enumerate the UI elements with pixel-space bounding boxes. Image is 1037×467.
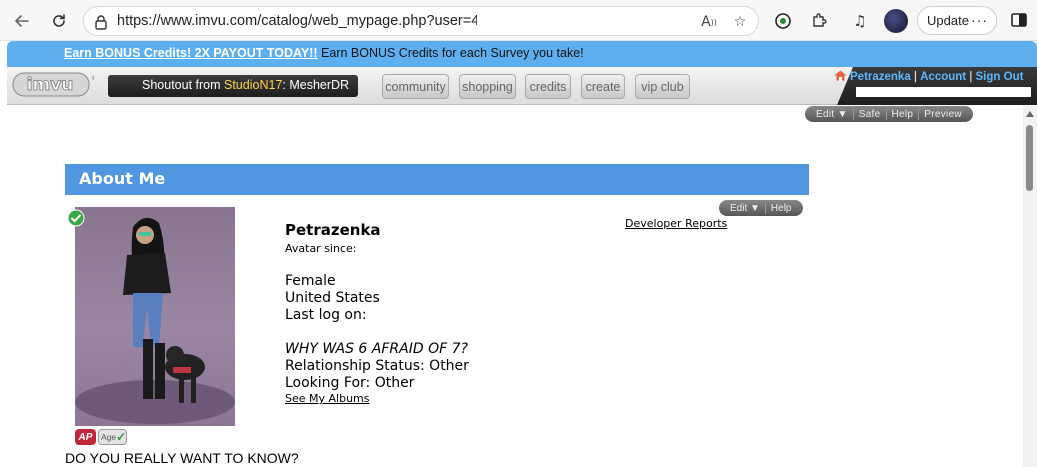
media-control-icon[interactable]: ♫ xyxy=(848,9,872,33)
avatar-since: Avatar since: xyxy=(285,242,357,255)
scrollbar-thumb[interactable] xyxy=(1026,125,1033,191)
ap-badge[interactable]: AP xyxy=(75,429,96,445)
bottom-heading: DO YOU REALLY WANT TO KNOW? xyxy=(65,450,299,466)
home-icon[interactable] xyxy=(834,70,847,81)
bonus-banner: Earn BONUS Credits! 2X PAYOUT TODAY!! Ea… xyxy=(7,41,1037,67)
refresh-icon[interactable] xyxy=(46,8,72,34)
profile-gender: Female xyxy=(285,273,336,289)
favorite-star-icon[interactable]: ☆ xyxy=(730,12,750,32)
age-verified-badge[interactable]: Age ✓ xyxy=(98,429,127,445)
user-links: Petrazenka | Account | Sign Out xyxy=(834,70,1023,83)
read-aloud-icon[interactable]: A)) xyxy=(699,12,719,32)
panel-help-button[interactable]: Help xyxy=(766,203,797,214)
header-search-input[interactable] xyxy=(856,87,1031,97)
nav-tab-vip-club[interactable]: vip club xyxy=(635,74,690,99)
sign-out-link[interactable]: Sign Out xyxy=(976,71,1024,83)
sidebar-toggle-icon[interactable] xyxy=(1010,11,1028,29)
logo-text: imvu xyxy=(27,75,74,95)
profile-tagline: WHY WAS 6 AFRAID OF 7? xyxy=(285,341,468,357)
shoutout-user[interactable]: StudioN17 xyxy=(224,78,282,92)
bonus-link[interactable]: Earn BONUS Credits! 2X PAYOUT TODAY!! xyxy=(64,46,318,60)
separator: | xyxy=(910,71,921,83)
update-label: Update xyxy=(927,13,969,28)
account-link[interactable]: Account xyxy=(920,71,966,83)
separator: | xyxy=(966,71,976,83)
imvu-logo[interactable]: imvu ® xyxy=(12,72,94,97)
about-me-header: About Me xyxy=(65,164,809,195)
panel-edit-toolbar: Edit ▼ Help xyxy=(719,200,803,216)
avatar-photo[interactable] xyxy=(75,207,235,426)
shoutout-ticker[interactable]: Shoutout from StudioN17: MesherDR xyxy=(108,75,358,97)
looking-for: Looking For: Other xyxy=(285,375,415,391)
url-text[interactable]: https://www.imvu.com/catalog/web_mypage.… xyxy=(117,13,477,29)
page-scrollbar[interactable] xyxy=(1023,106,1037,467)
edit-dropdown-button[interactable]: Edit ▼ xyxy=(811,108,854,120)
preview-button[interactable]: Preview xyxy=(919,109,967,120)
see-my-albums-link[interactable]: See My Albums xyxy=(285,392,370,405)
nav-tab-community[interactable]: community xyxy=(382,74,449,99)
verified-check-icon xyxy=(67,209,85,227)
profile-country: United States xyxy=(285,290,380,306)
nav-tab-create[interactable]: create xyxy=(581,74,625,99)
profile-avatar[interactable] xyxy=(884,9,908,33)
developer-reports-link[interactable]: Developer Reports xyxy=(625,217,727,230)
svg-text:®: ® xyxy=(91,75,94,82)
relationship-status: Relationship Status: Other xyxy=(285,358,469,374)
nav-tab-shopping[interactable]: shopping xyxy=(459,74,516,99)
safe-button[interactable]: Safe xyxy=(854,108,887,120)
panel-edit-button[interactable]: Edit ▼ xyxy=(725,202,766,214)
scroll-up-arrow-icon[interactable] xyxy=(1026,111,1034,117)
browser-toolbar: https://www.imvu.com/catalog/web_mypage.… xyxy=(0,0,1037,41)
help-button[interactable]: Help xyxy=(887,108,920,120)
age-badge-label: Age xyxy=(101,432,117,442)
last-log-on: Last log on: xyxy=(285,307,367,323)
bonus-tail: Earn BONUS Credits for each Survey you t… xyxy=(317,46,584,60)
lock-icon[interactable] xyxy=(92,13,110,31)
username-link[interactable]: Petrazenka xyxy=(850,71,911,83)
age-check-icon: ✓ xyxy=(116,430,127,444)
page-edit-toolbar: Edit ▼ Safe Help Preview xyxy=(805,106,973,122)
address-bar[interactable]: https://www.imvu.com/catalog/web_mypage.… xyxy=(83,6,759,36)
profile-name: Petrazenka xyxy=(285,221,381,239)
update-button[interactable]: Update ··· xyxy=(917,6,997,35)
extensions-puzzle-icon[interactable] xyxy=(807,9,831,33)
back-arrow-icon[interactable] xyxy=(9,8,35,34)
shoutout-prefix: Shoutout from xyxy=(142,78,224,92)
shoutout-message: MesherDR xyxy=(289,78,350,92)
more-options-icon[interactable]: ··· xyxy=(971,12,988,28)
site-header: imvu ® Shoutout from StudioN17: MesherDR… xyxy=(7,67,1037,105)
extension-shield-icon[interactable] xyxy=(771,9,795,33)
nav-tab-credits[interactable]: credits xyxy=(525,74,571,99)
